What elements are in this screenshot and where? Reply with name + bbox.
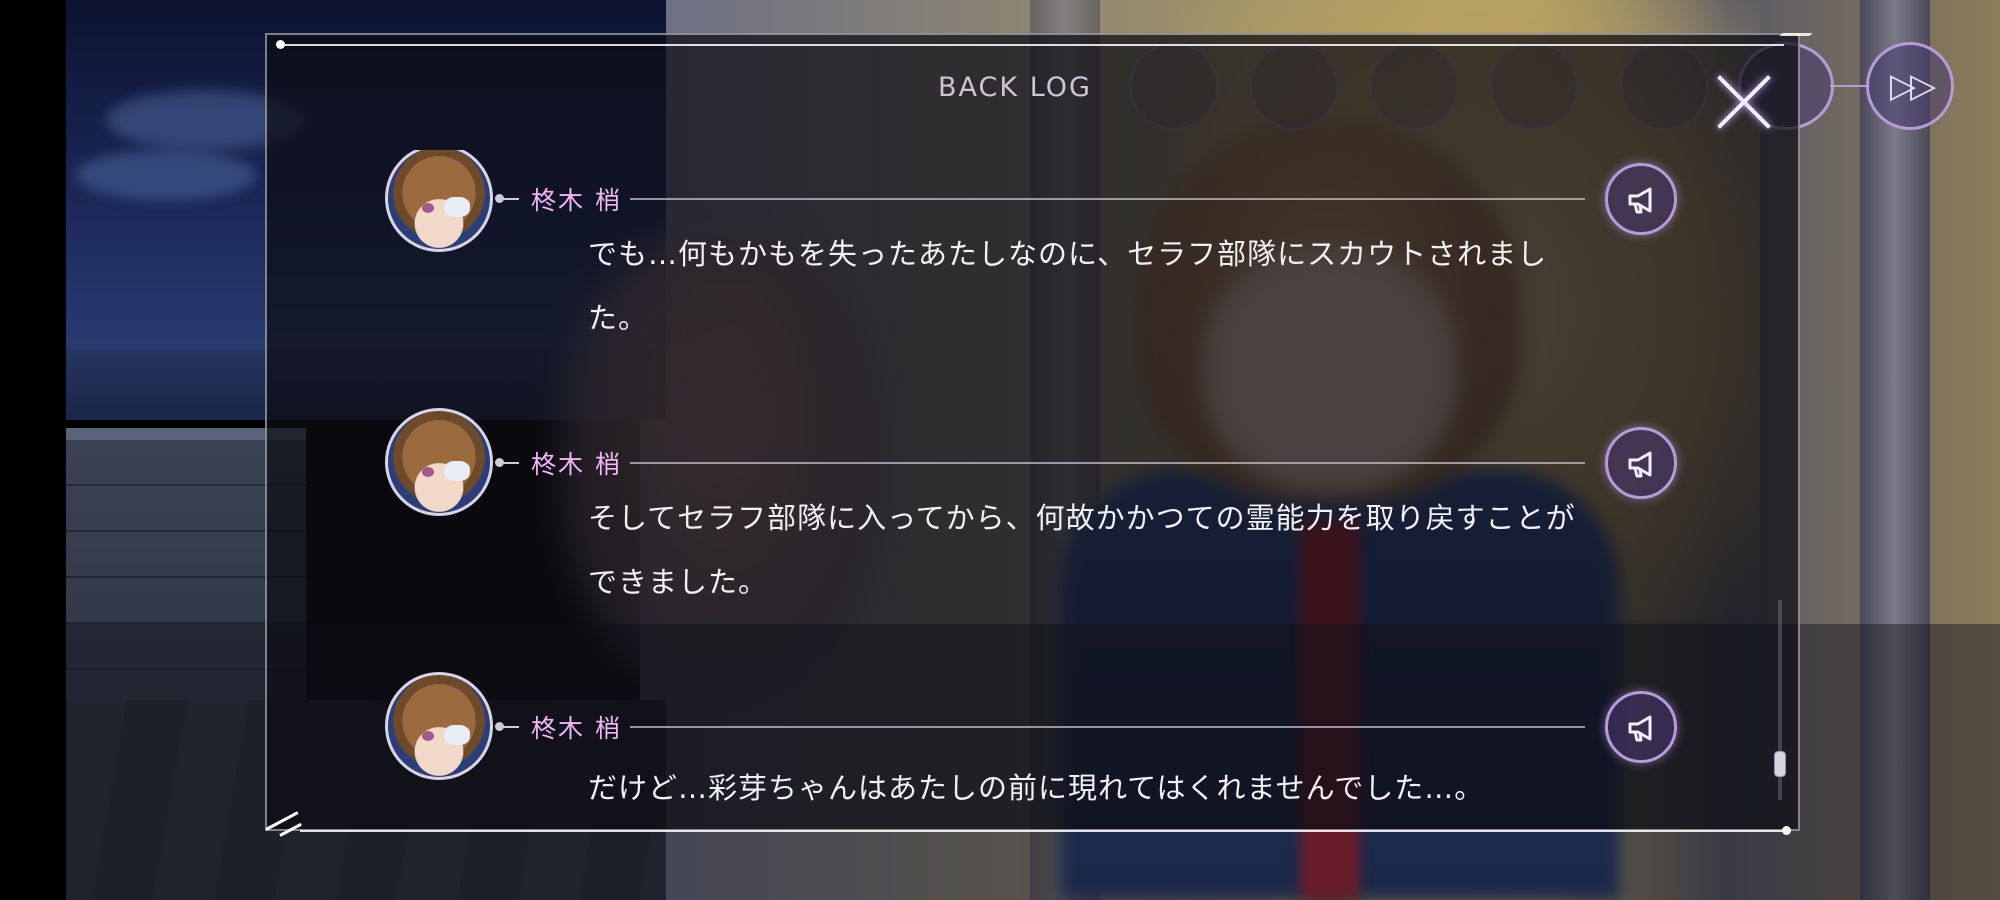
speaker-avatar [385, 150, 493, 252]
speaker-name: 柊木 梢 [531, 714, 622, 743]
panel-title: BACK LOG [938, 72, 1092, 103]
fast-forward-icon: ▷▷ [1889, 66, 1936, 106]
dialogue-text: でも…何もかもを失ったあたしなのに、セラフ部隊にスカウトされました。 [588, 237, 1548, 335]
voice-replay-button[interactable] [1605, 691, 1677, 763]
backlog-entry: 柊木 梢 だけど…彩芽ちゃんはあたしの前に現れてはくれませんでした…。 [265, 668, 1800, 820]
megaphone-icon [1628, 715, 1652, 742]
panel-frame-dot [1782, 826, 1791, 835]
speaker-name: 柊木 梢 [531, 186, 622, 215]
name-connector [503, 462, 519, 464]
panel-frame-dot [276, 40, 285, 49]
control-connector [1830, 85, 1870, 87]
scrollbar-thumb[interactable] [1774, 751, 1786, 777]
megaphone-icon [1628, 187, 1652, 214]
name-divider [630, 198, 1585, 200]
speaker-avatar [385, 672, 493, 780]
name-connector [503, 198, 519, 200]
panel-frame-line [300, 830, 1784, 832]
name-divider [630, 726, 1585, 728]
dialogue-text: そしてセラフ部隊に入ってから、何故かかつての霊能力を取り戻すことができました。 [588, 501, 1576, 599]
close-button[interactable] [1712, 70, 1776, 134]
voice-replay-button[interactable] [1605, 427, 1677, 499]
backlog-entry: 柊木 梢 でも…何もかもを失ったあたしなのに、セラフ部隊にスカウトされました。 [265, 150, 1800, 390]
megaphone-icon [1628, 451, 1652, 478]
panel-frame-line [278, 44, 1784, 46]
speaker-name: 柊木 梢 [531, 450, 622, 479]
name-connector [503, 726, 519, 728]
dialogue-text: だけど…彩芽ちゃんはあたしの前に現れてはくれませんでした…。 [588, 771, 1485, 805]
voice-replay-button[interactable] [1605, 163, 1677, 235]
fast-forward-button[interactable]: ▷▷ [1866, 42, 1954, 130]
name-divider [630, 462, 1585, 464]
backlog-entry: 柊木 梢 そしてセラフ部隊に入ってから、何故かかつての霊能力を取り戻すことができ… [265, 404, 1800, 654]
backlog-list[interactable]: 柊木 梢 でも…何もかもを失ったあたしなのに、セラフ部隊にスカウトされました。 … [265, 150, 1800, 820]
letterbox-bar [0, 0, 66, 900]
speaker-avatar [385, 408, 493, 516]
